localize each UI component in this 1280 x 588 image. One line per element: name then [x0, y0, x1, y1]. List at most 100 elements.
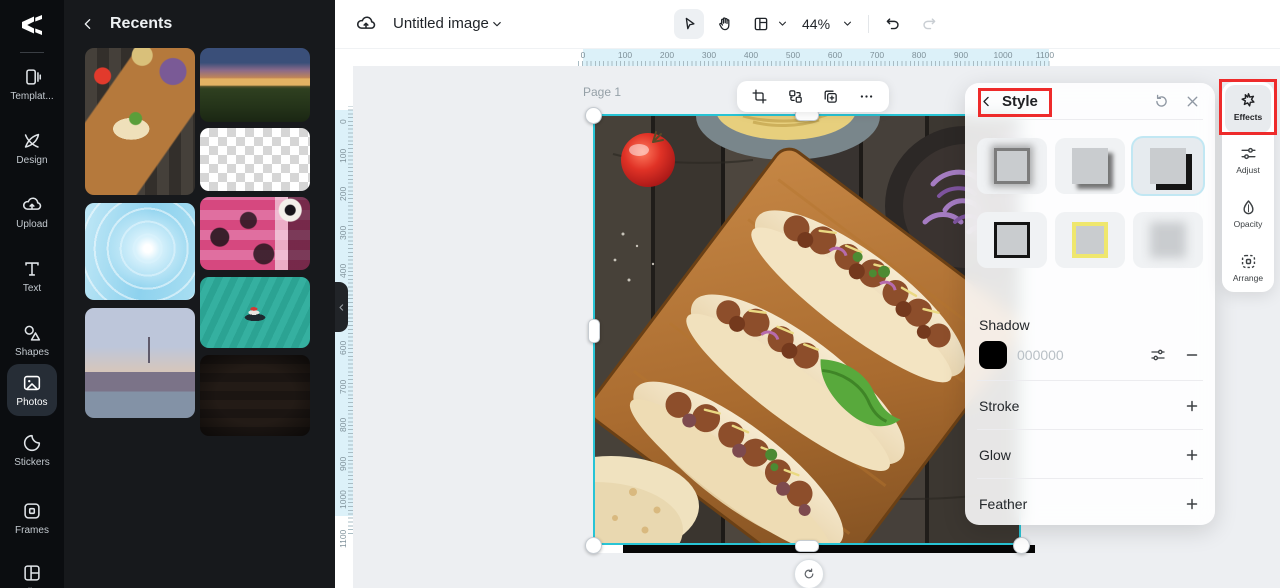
feather-label: Feather	[979, 496, 1028, 512]
layout-dropdown[interactable]	[776, 17, 789, 30]
duplicate-button[interactable]	[818, 84, 844, 110]
capcut-logo-icon[interactable]	[17, 10, 47, 40]
handle-bottom-left[interactable]	[585, 537, 602, 554]
sidebar-item-upload[interactable]: Upload	[0, 194, 64, 230]
zoom-level[interactable]: 44%	[802, 16, 830, 32]
cloud-save-button[interactable]	[353, 12, 379, 36]
hand-tool-button[interactable]	[710, 9, 740, 39]
panel-collapse-handle[interactable]	[335, 282, 348, 332]
ruler-tick-label: 0	[338, 119, 348, 124]
redo-button[interactable]	[915, 10, 943, 38]
sidebar-item-design[interactable]: Design	[0, 130, 64, 166]
sidebar-item-templates[interactable]: Templat...	[0, 66, 64, 102]
preset-offset-frame-selected[interactable]	[1133, 138, 1203, 194]
sidebar-item-collage[interactable]: Collage	[0, 562, 64, 588]
style-presets-row-1	[977, 138, 1203, 194]
glow-row[interactable]: Glow	[979, 442, 1201, 468]
select-tool-button[interactable]	[674, 9, 704, 39]
thumbnail-pink-collage[interactable]	[200, 197, 310, 270]
duplicate-icon	[824, 90, 838, 103]
preset-border-glow[interactable]	[977, 138, 1047, 194]
preset-swatch	[1072, 222, 1108, 258]
glow-label: Glow	[979, 447, 1011, 463]
style-panel-header: Style	[965, 83, 1215, 119]
rail-item-effects[interactable]: Effects	[1225, 85, 1271, 133]
effects-rail: Effects Adjust Opacity Arrange	[1222, 82, 1274, 292]
back-chevron-icon[interactable]	[979, 94, 994, 109]
add-stroke-icon[interactable]	[1183, 397, 1201, 415]
feather-row[interactable]: Feather	[979, 491, 1201, 517]
arrange-icon	[1241, 254, 1255, 269]
ruler-tick-label: 400	[743, 50, 759, 60]
stroke-row[interactable]: Stroke	[979, 393, 1201, 419]
close-icon[interactable]	[1184, 93, 1201, 110]
handle-bottom-right[interactable]	[1013, 537, 1030, 554]
replace-icon	[788, 90, 802, 103]
sidebar-item-frames[interactable]: Frames	[0, 500, 64, 536]
recents-title: Recents	[110, 15, 173, 32]
rotate-handle[interactable]	[794, 559, 824, 588]
zoom-dropdown[interactable]	[841, 17, 854, 30]
sidebar-item-label: Templat...	[10, 91, 54, 102]
undo-button[interactable]	[879, 10, 907, 38]
sidebar-item-stickers[interactable]: Stickers	[0, 432, 64, 468]
upload-cloud-icon	[23, 197, 42, 210]
preset-black-border[interactable]	[977, 212, 1047, 268]
handle-middle-left[interactable]	[588, 319, 600, 343]
thumbnail-dark-wood[interactable]	[200, 355, 310, 436]
preset-feather-blur[interactable]	[1133, 212, 1203, 268]
handle-bottom-middle[interactable]	[795, 540, 819, 552]
thumbnail-transparent[interactable]	[200, 128, 310, 191]
rail-item-arrange[interactable]: Arrange	[1225, 252, 1271, 283]
handle-top-left[interactable]	[585, 107, 602, 124]
divider	[977, 380, 1203, 381]
replace-button[interactable]	[782, 84, 808, 110]
crop-button[interactable]	[747, 84, 773, 110]
shadow-settings-icon[interactable]	[1149, 346, 1167, 364]
sidebar-item-text[interactable]: Text	[0, 258, 64, 294]
sidebar-item-label: Shapes	[15, 347, 49, 358]
thumbnail-city-skyline[interactable]	[85, 308, 195, 418]
stroke-label: Stroke	[979, 398, 1020, 414]
effects-star-icon	[1240, 93, 1255, 107]
preset-drop-shadow[interactable]	[1055, 138, 1125, 194]
sidebar-item-photos-selected[interactable]: Photos	[7, 364, 57, 416]
sidebar-item-shapes[interactable]: Shapes	[0, 322, 64, 358]
thumbnail-tacos[interactable]	[85, 48, 195, 195]
app-window: Templat... Design Upload Text Shapes Pho…	[0, 0, 1280, 588]
redo-icon	[923, 18, 936, 30]
remove-shadow-icon[interactable]	[1183, 346, 1201, 364]
reset-icon[interactable]	[1153, 93, 1170, 110]
document-title[interactable]: Untitled image	[393, 15, 489, 32]
selection-toolbar	[737, 81, 889, 112]
thumbnail-boat[interactable]	[200, 277, 310, 348]
ruler-tick-label: 400	[338, 263, 348, 278]
title-dropdown[interactable]	[490, 17, 504, 31]
preset-yellow-border[interactable]	[1055, 212, 1125, 268]
canvas-image-tacos[interactable]	[593, 114, 1021, 545]
add-glow-icon[interactable]	[1183, 446, 1201, 464]
shadow-color-swatch[interactable]	[979, 341, 1007, 369]
collapse-chevron-icon	[339, 303, 344, 311]
back-chevron-icon[interactable]	[80, 16, 96, 32]
ruler-tick-label: 800	[338, 417, 348, 432]
canvas-layout-button[interactable]	[746, 9, 776, 39]
stickers-icon	[23, 434, 41, 452]
rail-item-adjust[interactable]: Adjust	[1225, 144, 1271, 175]
ruler-tick-label: 200	[659, 50, 675, 60]
photos-icon	[23, 375, 41, 391]
ruler-tick-label: 1000	[338, 490, 348, 509]
add-feather-icon[interactable]	[1183, 495, 1201, 513]
shadow-hex-value[interactable]: 000000	[1017, 347, 1064, 363]
hand-icon	[719, 17, 730, 31]
ruler-ticks	[348, 106, 353, 534]
ruler-tick-label: 100	[617, 50, 633, 60]
chevron-down-icon	[493, 21, 501, 27]
sidebar-item-label: Upload	[16, 219, 48, 230]
thumbnail-bridge[interactable]	[200, 48, 310, 122]
rail-item-opacity[interactable]: Opacity	[1225, 198, 1271, 229]
text-icon	[25, 262, 39, 276]
thumbnail-blue-abstract[interactable]	[85, 203, 195, 300]
more-options-button[interactable]	[853, 84, 879, 110]
sidebar-item-label: Frames	[15, 525, 49, 536]
